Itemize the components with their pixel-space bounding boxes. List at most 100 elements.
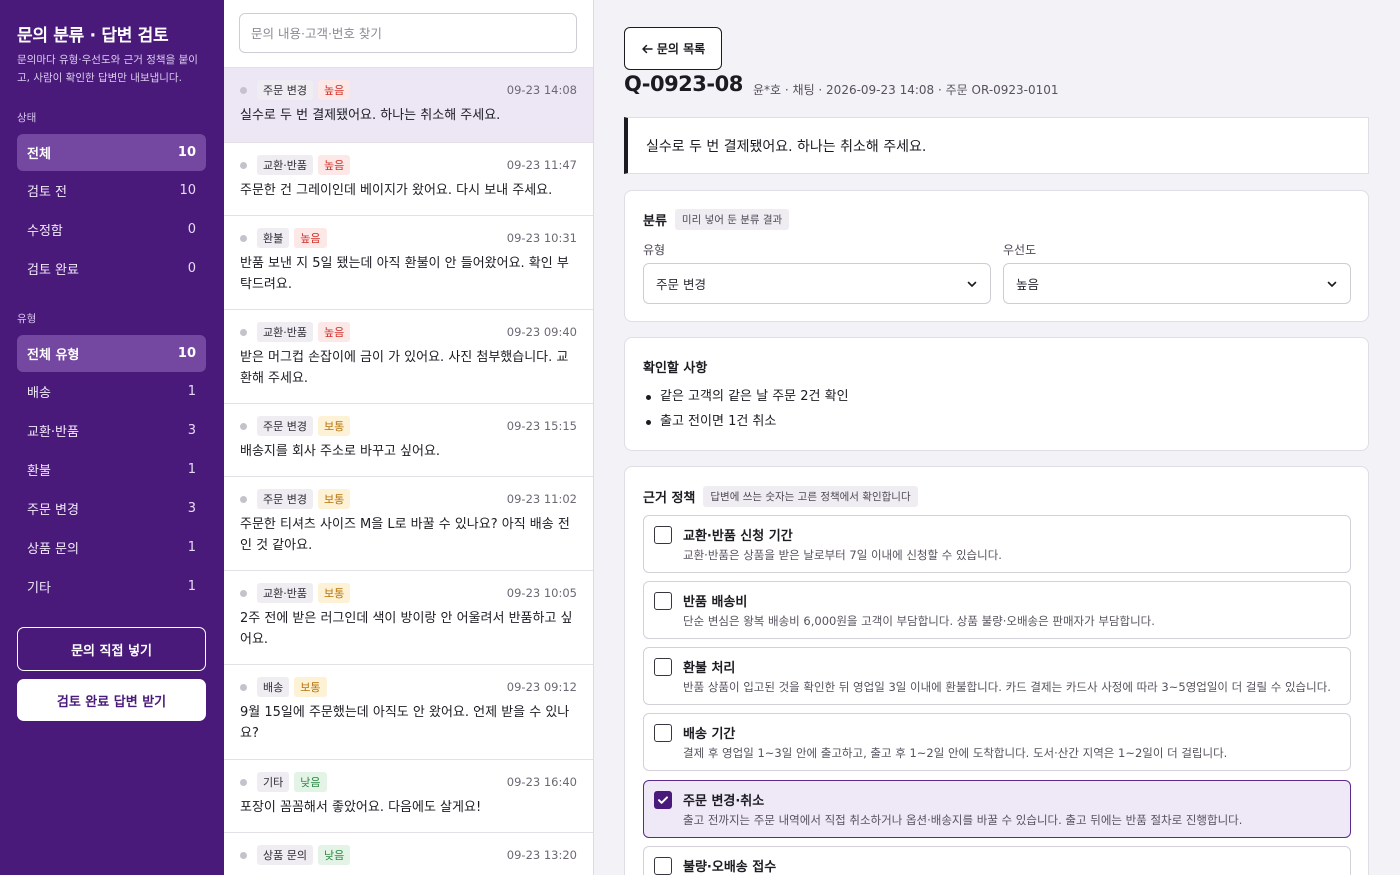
priority-select[interactable]: 높음 [1003, 263, 1351, 304]
status-filter-edited[interactable]: 수정함 0 [17, 211, 206, 248]
inquiry-text: 실수로 두 번 결제됐어요. 하나는 취소해 주세요. [240, 108, 501, 123]
inquiry-time: 09-23 11:47 [506, 158, 577, 172]
checklist: 같은 고객의 같은 날 주문 2건 확인 출고 전이면 1건 취소 [643, 384, 849, 434]
classification-card: 분류 미리 넣어 둔 분류 결과 유형 주문 변경 우선도 높음 [624, 190, 1369, 322]
type-filter-exchange-return[interactable]: 교환·반품 3 [17, 412, 206, 449]
back-to-list-button[interactable]: 문의 목록 [624, 27, 722, 70]
type-tag: 배송 [257, 677, 290, 697]
policy-option[interactable]: 반품 배송비 단순 변심은 왕복 배송비 6,000원을 고객이 부담합니다. … [643, 581, 1351, 639]
inquiry-text: 9월 15일에 주문했는데 아직도 안 왔어요. 언제 받을 수 있나요? [240, 705, 570, 741]
search-input[interactable] [239, 13, 577, 53]
policy-option-title: 주문 변경·취소 [683, 794, 765, 809]
status-dot [240, 683, 247, 691]
type-tag: 주문 변경 [257, 489, 313, 509]
type-tag: 교환·반품 [257, 155, 313, 175]
inquiry-detail: 문의 목록 Q-0923-08 윤*호 · 채팅 · 2026-09-23 14… [594, 0, 1400, 875]
inquiry-time: 09-23 11:02 [506, 492, 577, 506]
inquiry-text: 받은 머그컵 손잡이에 금이 가 있어요. 사진 첨부했습니다. 교환해 주세요… [240, 350, 569, 386]
checklist-card: 확인할 사항 같은 고객의 같은 날 주문 2건 확인 출고 전이면 1건 취소 [624, 337, 1369, 451]
policy-option-desc: 반품 상품이 입고된 것을 확인한 뒤 영업일 3일 이내에 환불합니다. 카드… [683, 680, 1331, 694]
inquiry-time: 09-23 16:40 [506, 775, 577, 789]
status-dot [240, 778, 247, 786]
priority-tag: 낮음 [294, 772, 327, 792]
inquiry-list-item[interactable]: 주문 변경 보통 09-23 11:02 주문한 티셔츠 사이즈 M을 L로 바꿀 … [224, 476, 593, 570]
checklist-title: 확인할 사항 [643, 361, 708, 376]
inquiry-time: 09-23 10:31 [506, 231, 577, 245]
policy-hint: 답변에 쓰는 숫자는 고른 정책에서 확인합니다 [703, 486, 918, 507]
checkbox[interactable] [654, 724, 672, 742]
status-dot [240, 851, 247, 859]
type-select[interactable]: 주문 변경 [643, 263, 991, 304]
policy-option-title: 반품 배송비 [683, 595, 748, 610]
status-dot [240, 589, 247, 597]
inquiry-time: 09-23 13:20 [506, 848, 577, 862]
priority-tag: 높음 [317, 80, 351, 100]
status-filter-reviewed[interactable]: 검토 완료 0 [17, 250, 206, 287]
app-title: 문의 분류 · 답변 검토 [17, 26, 169, 46]
status-filter-unreviewed[interactable]: 검토 전 10 [17, 172, 206, 209]
checkbox-checked[interactable] [654, 791, 672, 809]
type-filter-other[interactable]: 기타 1 [17, 568, 206, 605]
checkbox[interactable] [654, 658, 672, 676]
inquiry-time: 09-23 14:08 [506, 83, 577, 97]
inquiry-text: 포장이 꼼꼼해서 좋았어요. 다음에도 살게요! [240, 800, 482, 815]
inquiry-list-item[interactable]: 교환·반품 높음 09-23 11:47 주문한 건 그레이인데 베이지가 왔어요.… [224, 142, 593, 215]
inquiry-list-item[interactable]: 주문 변경 높음 09-23 14:08 실수로 두 번 결제됐어요. 하나는 취소… [224, 67, 593, 142]
inquiry-text: 주문한 티셔츠 사이즈 M을 L로 바꿀 수 있나요? 아직 배송 전인 것 같… [240, 517, 570, 553]
inquiry-list-item[interactable]: 교환·반품 보통 09-23 10:05 2주 전에 받은 러그인데 색이 방이랑 … [224, 570, 593, 664]
status-dot [240, 86, 247, 94]
policy-option[interactable]: 주문 변경·취소 출고 전까지는 주문 내역에서 직접 취소하거나 옵션·배송지… [643, 780, 1351, 838]
inquiry-text: 주문한 건 그레이인데 베이지가 왔어요. 다시 보내 주세요. [240, 183, 553, 198]
inquiry-list-item[interactable]: 환불 높음 09-23 10:31 반품 보낸 지 5일 됐는데 아직 환불이 안 … [224, 215, 593, 309]
policy-option-desc: 결제 후 영업일 1~3일 안에 출고하고, 출고 후 1~2일 안에 도착합니… [683, 746, 1228, 760]
customer-message: 실수로 두 번 결제됐어요. 하나는 취소해 주세요. [624, 117, 1369, 174]
inquiry-text: 반품 보낸 지 5일 됐는데 아직 환불이 안 들어왔어요. 확인 부탁드려요. [240, 256, 569, 292]
status-dot [240, 328, 247, 336]
policy-option-title: 환불 처리 [683, 661, 736, 676]
priority-tag: 높음 [294, 228, 327, 248]
checkbox[interactable] [654, 857, 672, 875]
classification-hint: 미리 넣어 둔 분류 결과 [674, 209, 790, 230]
type-filter-order-change[interactable]: 주문 변경 3 [17, 490, 206, 527]
policy-option[interactable]: 배송 기간 결제 후 영업일 1~3일 안에 출고하고, 출고 후 1~2일 안… [643, 713, 1351, 771]
inquiry-list: 주문 변경높음09-23 14:08 실수로 두 번 결제됐어요. 하나는 취소… [224, 0, 594, 875]
type-filter-all[interactable]: 전체 유형 10 [17, 335, 206, 372]
policy-option-title: 불량·오배송 접수 [683, 860, 777, 875]
policy-option[interactable]: 환불 처리 반품 상품이 입고된 것을 확인한 뒤 영업일 3일 이내에 환불합… [643, 647, 1351, 705]
policy-option[interactable]: 교환·반품 신청 기간 교환·반품은 상품을 받은 날로부터 7일 이내에 신청… [643, 515, 1351, 573]
type-filter-delivery[interactable]: 배송 1 [17, 373, 206, 410]
type-tag: 교환·반품 [257, 322, 313, 342]
inquiry-time: 09-23 15:15 [506, 419, 577, 433]
policy-option[interactable]: 불량·오배송 접수 [643, 846, 1351, 875]
priority-select-value: 높음 [1016, 277, 1040, 292]
inquiry-list-item[interactable]: 배송 보통 09-23 09:12 9월 15일에 주문했는데 아직도 안 왔어요.… [224, 664, 593, 759]
back-button-label: 문의 목록 [656, 42, 706, 56]
chevron-down-icon [1327, 281, 1337, 287]
inquiry-time: 09-23 10:05 [506, 586, 577, 600]
inquiry-time: 09-23 09:40 [506, 325, 577, 339]
inquiry-text: 배송지를 회사 주소로 바꾸고 싶어요. [240, 444, 441, 459]
checkbox[interactable] [654, 592, 672, 610]
policy-title: 근거 정책 [643, 491, 696, 506]
checkbox[interactable] [654, 526, 672, 544]
type-filter-product[interactable]: 상품 문의 1 [17, 529, 206, 566]
type-tag: 주문 변경 [257, 80, 313, 100]
policy-card: 근거 정책 답변에 쓰는 숫자는 고른 정책에서 확인합니다 교환·반품 신청 … [624, 466, 1369, 875]
priority-tag: 보통 [317, 583, 351, 603]
type-tag: 기타 [257, 772, 290, 792]
export-reviewed-button[interactable]: 검토 완료 답변 받기 [17, 679, 206, 721]
status-dot [240, 234, 247, 242]
status-filter-all[interactable]: 전체 10 [17, 134, 206, 171]
type-filter-refund[interactable]: 환불 1 [17, 451, 206, 488]
inquiry-time: 09-23 09:12 [506, 680, 577, 694]
inquiry-list-item[interactable]: 교환·반품 높음 09-23 09:40 받은 머그컵 손잡이에 금이 가 있어요.… [224, 309, 593, 403]
priority-field-label: 우선도 [1003, 243, 1037, 257]
inquiry-list-item[interactable]: 기타 낮음 09-23 16:40 포장이 꼼꼼해서 좋았어요. 다음에도 살게요! [224, 759, 593, 832]
inquiry-list-item[interactable]: 상품 문의 낮음 09-23 13:20 [224, 832, 593, 875]
type-section-label: 유형 [17, 313, 37, 325]
policy-option-title: 배송 기간 [683, 727, 736, 742]
inquiry-list-item[interactable]: 주문 변경 보통 09-23 15:15 배송지를 회사 주소로 바꾸고 싶어요. [224, 403, 593, 476]
type-tag: 교환·반품 [257, 583, 313, 603]
add-inquiry-button[interactable]: 문의 직접 넣기 [17, 627, 206, 671]
priority-tag: 보통 [317, 416, 351, 436]
